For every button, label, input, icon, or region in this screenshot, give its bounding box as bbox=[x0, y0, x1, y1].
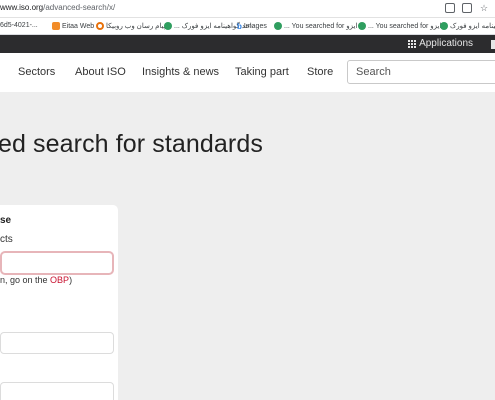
bookmark-label: ... You searched for ایزو bbox=[284, 23, 358, 30]
bookmarks-bar: 6d5-4021-... Eitaa Web پیام رسان وب روبی… bbox=[0, 18, 495, 35]
bing-icon: b bbox=[237, 22, 242, 31]
globe-icon bbox=[164, 22, 172, 30]
applications-label: Applications bbox=[419, 38, 473, 49]
bookmark-star-icon[interactable]: ☆ bbox=[479, 3, 489, 13]
bookmark-label: Images bbox=[243, 23, 267, 30]
form-subheading: cts bbox=[0, 234, 13, 245]
bookmark-item[interactable]: Eitaa Web bbox=[52, 22, 94, 30]
nav-store[interactable]: Store bbox=[307, 66, 333, 78]
hint-suffix: ) bbox=[69, 275, 73, 285]
bookmark-label: ... You searched for ایزو bbox=[368, 23, 442, 30]
form-hint: n, go on the OBP) bbox=[0, 275, 72, 285]
bookmark-item[interactable]: پیام رسان وب روبیکا bbox=[96, 22, 166, 30]
form-heading: se bbox=[0, 215, 12, 226]
nav-taking-part[interactable]: Taking part bbox=[235, 66, 289, 78]
bookmark-item[interactable]: 6d5-4021-... bbox=[0, 22, 38, 29]
globe-icon bbox=[440, 22, 448, 30]
install-icon[interactable] bbox=[462, 3, 472, 13]
bookmark-item[interactable]: هینامه ایزو فورک bbox=[440, 22, 495, 30]
reading-list-icon[interactable] bbox=[445, 3, 455, 13]
form-field[interactable] bbox=[0, 332, 114, 354]
nav-about-iso[interactable]: About ISO bbox=[75, 66, 126, 78]
search-term-field[interactable] bbox=[0, 251, 114, 275]
topbar-menu-edge[interactable] bbox=[491, 40, 495, 49]
search-input[interactable] bbox=[347, 60, 495, 84]
url-host: www.iso.org bbox=[0, 3, 44, 12]
bookmark-label: Eitaa Web bbox=[62, 22, 95, 30]
url-text[interactable]: www.iso.org/advanced-search/x/ bbox=[0, 3, 115, 12]
url-path: /advanced-search/x/ bbox=[43, 3, 116, 12]
eitaa-icon bbox=[52, 22, 60, 30]
form-field[interactable] bbox=[0, 382, 114, 400]
globe-icon bbox=[358, 22, 366, 30]
apps-grid-icon bbox=[408, 39, 417, 48]
applications-link[interactable]: Applications bbox=[408, 38, 473, 49]
advanced-search-form: se cts n, go on the OBP) bbox=[0, 205, 118, 400]
browser-address-bar[interactable]: www.iso.org/advanced-search/x/ ☆ bbox=[0, 0, 495, 18]
bookmark-item[interactable]: ... You searched for ایزو bbox=[274, 22, 357, 30]
obp-link[interactable]: OBP bbox=[50, 275, 69, 285]
bookmark-item[interactable]: b Images bbox=[237, 22, 267, 31]
bookmark-label: 6d5-4021-... bbox=[0, 22, 38, 29]
iso-top-bar: Applications bbox=[0, 35, 495, 53]
nav-sectors[interactable]: Sectors bbox=[18, 66, 55, 78]
bookmark-item[interactable]: ... You searched for ایزو bbox=[358, 22, 441, 30]
bookmark-label: پیام رسان وب روبیکا bbox=[106, 23, 166, 30]
nav-insights-news[interactable]: Insights & news bbox=[142, 66, 219, 78]
hint-text: n, go on the bbox=[0, 275, 51, 285]
page-title: ed search for standards bbox=[0, 130, 263, 158]
bookmark-label: هینامه ایزو فورک bbox=[450, 23, 495, 30]
rubika-icon bbox=[96, 22, 104, 30]
globe-icon bbox=[274, 22, 282, 30]
